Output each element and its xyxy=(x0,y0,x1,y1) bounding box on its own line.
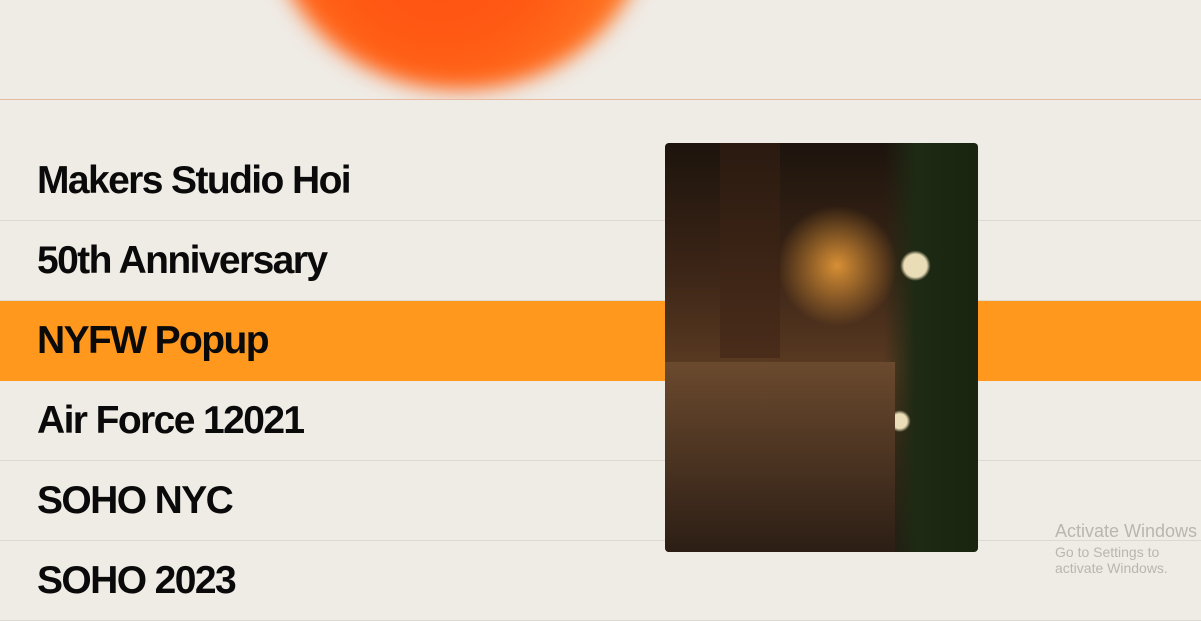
project-item[interactable]: 50th Anniversary xyxy=(0,221,1201,301)
watermark-subtitle: Go to Settings to activate Windows. xyxy=(1055,544,1168,576)
project-item[interactable]: Air Force 12021 xyxy=(0,381,1201,461)
project-title: NYFW Popup xyxy=(37,318,270,362)
project-title: Air Force 12021 xyxy=(37,398,305,442)
project-title: SOHO NYC xyxy=(37,478,234,522)
project-title: SOHO 2023 xyxy=(37,558,237,602)
project-preview-image xyxy=(665,143,978,552)
hero-section xyxy=(0,0,1201,100)
project-item[interactable]: Makers Studio Hoi xyxy=(0,141,1201,221)
watermark-title: Activate Windows xyxy=(1055,521,1198,541)
image-street xyxy=(665,362,895,552)
project-list: Makers Studio Hoi 50th Anniversary NYFW … xyxy=(0,141,1201,621)
project-title: Makers Studio Hoi xyxy=(37,158,352,202)
image-building xyxy=(720,143,780,358)
project-item-active[interactable]: NYFW Popup xyxy=(0,301,1201,381)
gradient-blob xyxy=(270,0,650,90)
project-item[interactable]: SOHO NYC xyxy=(0,461,1201,541)
project-item[interactable]: SOHO 2023 xyxy=(0,541,1201,621)
project-title: 50th Anniversary xyxy=(37,238,328,282)
activate-windows-watermark: Activate Windows Go to Settings to activ… xyxy=(1055,521,1201,576)
